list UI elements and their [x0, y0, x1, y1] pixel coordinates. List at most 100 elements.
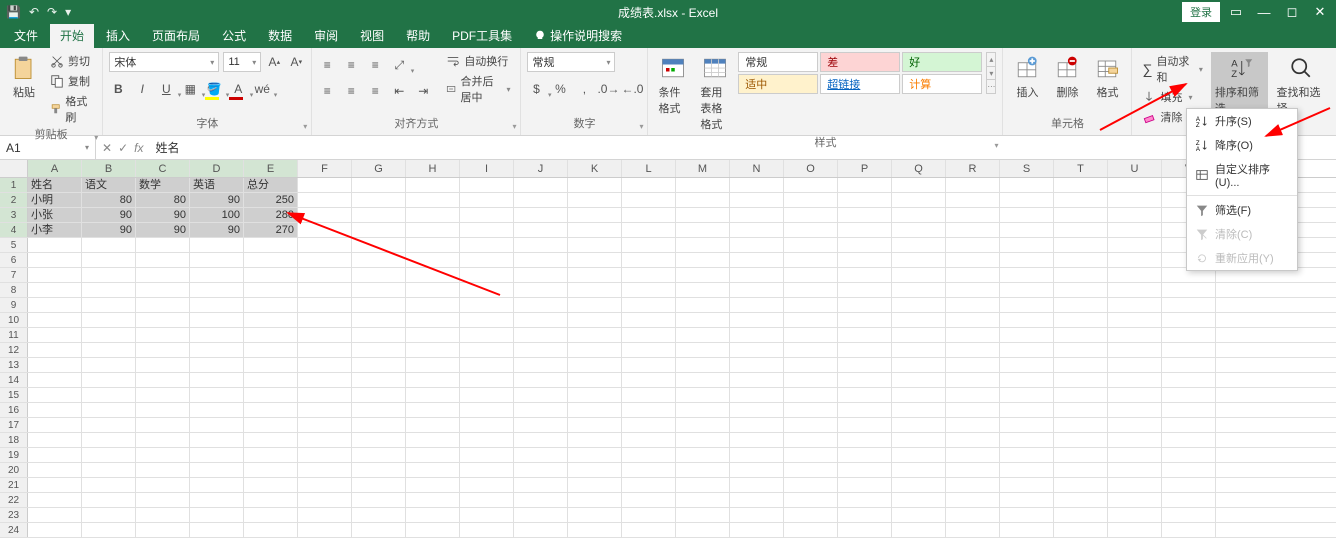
cell[interactable]	[1054, 388, 1108, 402]
cell[interactable]	[622, 268, 676, 282]
cell[interactable]	[244, 448, 298, 462]
cell[interactable]	[406, 523, 460, 537]
cell[interactable]	[1000, 253, 1054, 267]
cell[interactable]	[838, 523, 892, 537]
cell[interactable]	[622, 388, 676, 402]
cell[interactable]	[460, 388, 514, 402]
cell[interactable]	[622, 403, 676, 417]
cell[interactable]	[838, 373, 892, 387]
cell[interactable]	[676, 478, 730, 492]
row-header[interactable]: 17	[0, 418, 28, 432]
cell[interactable]	[136, 328, 190, 342]
cell[interactable]	[1108, 313, 1162, 327]
cell[interactable]	[784, 238, 838, 252]
cell[interactable]	[1162, 493, 1216, 507]
cell[interactable]	[406, 283, 460, 297]
cell[interactable]	[568, 493, 622, 507]
cell[interactable]	[28, 418, 82, 432]
cell[interactable]	[1054, 358, 1108, 372]
cell[interactable]	[1162, 373, 1216, 387]
cell[interactable]	[838, 283, 892, 297]
cell[interactable]	[1108, 403, 1162, 417]
cell[interactable]	[298, 298, 352, 312]
row-header[interactable]: 20	[0, 463, 28, 477]
underline-button[interactable]: U▾	[157, 80, 175, 98]
col-header-U[interactable]: U	[1108, 160, 1162, 177]
cell[interactable]	[784, 403, 838, 417]
cell[interactable]	[1000, 343, 1054, 357]
cell[interactable]	[1108, 268, 1162, 282]
row-header[interactable]: 1	[0, 178, 28, 192]
cell[interactable]	[676, 193, 730, 207]
cell[interactable]	[514, 418, 568, 432]
cell[interactable]	[298, 283, 352, 297]
cell[interactable]	[82, 358, 136, 372]
cell[interactable]	[838, 508, 892, 522]
cell[interactable]	[622, 223, 676, 237]
align-top-icon[interactable]: ≡	[318, 56, 336, 74]
cell[interactable]: 280	[244, 208, 298, 222]
cell[interactable]	[838, 343, 892, 357]
cell[interactable]	[190, 283, 244, 297]
border-button[interactable]: ▦▾	[181, 80, 199, 98]
cells-insert-button[interactable]: 插入	[1009, 52, 1045, 102]
cell[interactable]	[190, 493, 244, 507]
cell[interactable]	[892, 313, 946, 327]
cell[interactable]	[1054, 178, 1108, 192]
fill-color-button[interactable]: 🪣▾	[205, 80, 223, 98]
cell[interactable]	[946, 223, 1000, 237]
cell[interactable]	[28, 388, 82, 402]
cell[interactable]	[568, 238, 622, 252]
cell[interactable]	[514, 358, 568, 372]
cell[interactable]	[730, 493, 784, 507]
cell[interactable]	[892, 373, 946, 387]
cell[interactable]	[1054, 343, 1108, 357]
style-calc[interactable]: 计算	[902, 74, 982, 94]
cell[interactable]	[406, 373, 460, 387]
cell[interactable]	[514, 493, 568, 507]
wrap-text-button[interactable]: 自动换行	[442, 52, 514, 70]
cell[interactable]	[676, 418, 730, 432]
cell[interactable]	[1108, 253, 1162, 267]
cell[interactable]	[460, 448, 514, 462]
filter-item[interactable]: 筛选(F)	[1187, 198, 1297, 222]
cell[interactable]: 姓名	[28, 178, 82, 192]
cell[interactable]	[136, 463, 190, 477]
cell[interactable]	[1000, 238, 1054, 252]
cell[interactable]	[514, 283, 568, 297]
cell[interactable]	[838, 478, 892, 492]
cell[interactable]	[784, 178, 838, 192]
cell[interactable]	[244, 313, 298, 327]
cell[interactable]	[352, 493, 406, 507]
decrease-decimal-icon[interactable]: ←.0	[623, 80, 641, 98]
cell[interactable]	[676, 313, 730, 327]
cell[interactable]	[784, 373, 838, 387]
cell[interactable]	[1108, 433, 1162, 447]
cell[interactable]	[1108, 193, 1162, 207]
cell[interactable]	[136, 253, 190, 267]
col-header-S[interactable]: S	[1000, 160, 1054, 177]
cell[interactable]	[838, 463, 892, 477]
row-header[interactable]: 5	[0, 238, 28, 252]
cell[interactable]	[730, 433, 784, 447]
cell[interactable]	[28, 463, 82, 477]
cell[interactable]	[244, 463, 298, 477]
cell[interactable]	[1162, 463, 1216, 477]
cell[interactable]	[514, 193, 568, 207]
cell[interactable]	[352, 508, 406, 522]
cell[interactable]	[136, 448, 190, 462]
cell[interactable]	[946, 403, 1000, 417]
cell[interactable]	[406, 358, 460, 372]
col-header-T[interactable]: T	[1054, 160, 1108, 177]
cell[interactable]	[946, 193, 1000, 207]
cell[interactable]	[1054, 298, 1108, 312]
cell[interactable]	[460, 358, 514, 372]
cell[interactable]	[784, 253, 838, 267]
cell[interactable]	[298, 238, 352, 252]
cell[interactable]	[136, 343, 190, 357]
cell[interactable]	[1000, 523, 1054, 537]
col-header-R[interactable]: R	[946, 160, 1000, 177]
cell[interactable]	[730, 253, 784, 267]
cell[interactable]	[28, 268, 82, 282]
cell[interactable]	[1000, 268, 1054, 282]
